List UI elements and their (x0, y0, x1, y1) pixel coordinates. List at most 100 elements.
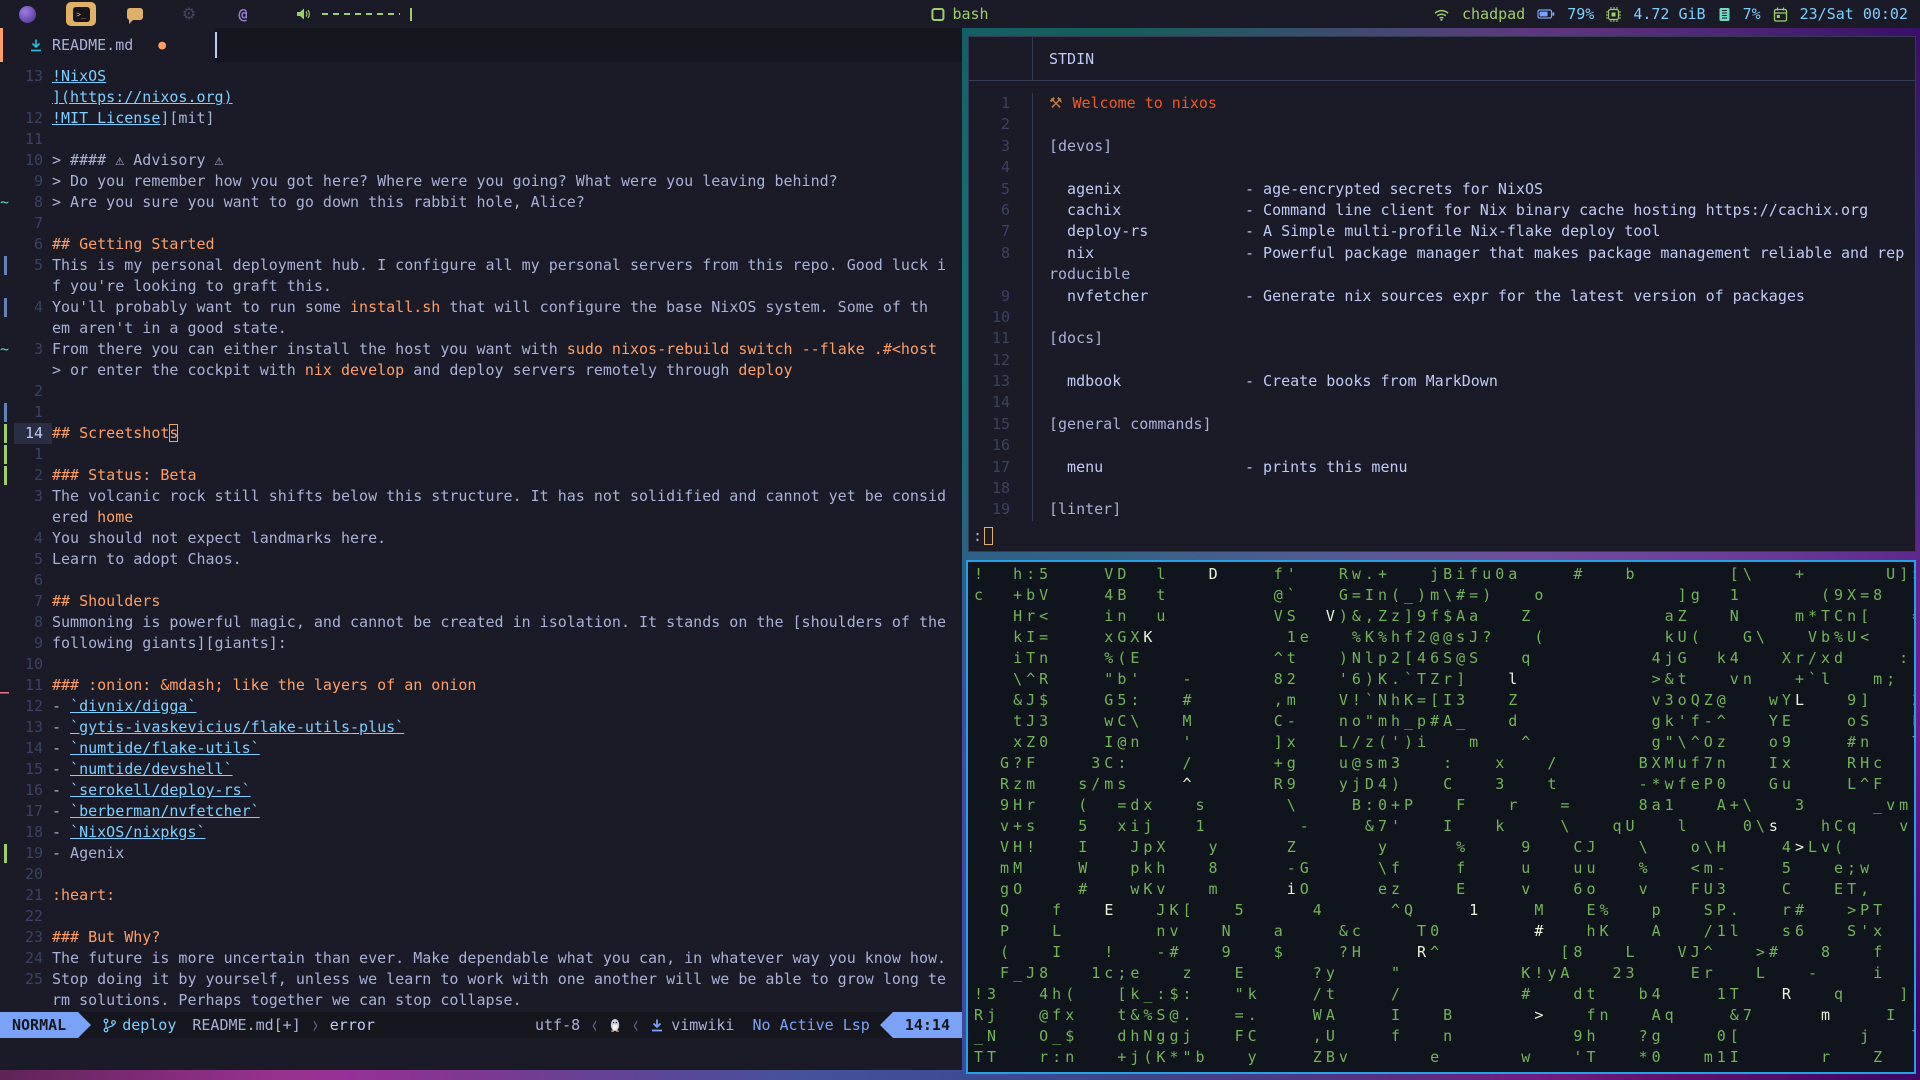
editor-line: ~8 > Are you sure you want to go down thi… (0, 192, 962, 213)
gutter-sign (0, 654, 14, 675)
matrix-glyphs: E (1104, 901, 1118, 919)
window-title: bash (952, 5, 989, 23)
pager-text: [docs] (1033, 328, 1103, 349)
pager-text: [linter] (1033, 499, 1121, 520)
line-number: 12 (24, 109, 43, 127)
md-link[interactable]: `gytis-ivaskevicius/flake-utils-plus` (70, 718, 404, 736)
editor-text: - `divnix/digga` (52, 696, 197, 717)
hammer-icon: ⚒ (1049, 94, 1063, 112)
editor-text: You'll probably want to run some install… (52, 297, 928, 318)
editor-line: 11 (0, 129, 962, 150)
line-number: 18 (24, 823, 43, 841)
pager-gutter-header (969, 37, 1033, 80)
line-number (14, 276, 52, 297)
matrix-row: F_J8 1c;e z E ?y " K!yA 23 Er L - i OH (974, 963, 1914, 984)
text-segment: > Are you sure you want to go down this … (52, 193, 585, 211)
memory-icon (1606, 6, 1622, 22)
matrix-row: &J$ G5: # ,m V!`NhK=[I3 Z v3oQZ@ wYL 9] … (974, 690, 1914, 711)
pager-text: nix - Powerful package manager that makes… (1033, 243, 1904, 264)
pager-text (1033, 114, 1049, 135)
workspace-settings[interactable]: ⚙ (174, 2, 204, 26)
line-number: 24 (24, 949, 43, 967)
clock: 23/Sat 00:02 (1799, 5, 1908, 23)
md-link[interactable]: !NixOS (52, 67, 106, 85)
matrix-glyphs: V (1325, 607, 1339, 625)
tab-readme[interactable]: README.md ● (3, 28, 215, 62)
editor-text: ered home (52, 507, 133, 528)
text-segment: - (52, 760, 71, 778)
pager-prompt[interactable]: : (973, 527, 994, 545)
editor-text: ](https://nixos.org) (52, 87, 233, 108)
gutter-sign (0, 381, 14, 402)
gutter-sign (0, 255, 14, 276)
editor-line: 14 ## Screetshots (0, 423, 962, 444)
matrix-glyphs: l (1508, 670, 1522, 688)
text-segment: Summoning is powerful magic, and cannot … (52, 613, 947, 631)
pager-line-number: 14 (969, 392, 1033, 414)
md-link[interactable]: `numtide/flake-utils` (70, 739, 260, 757)
line-number: 17 (24, 802, 43, 820)
volume-widget[interactable] (296, 7, 412, 21)
matrix-glyphs: s (1768, 817, 1782, 835)
line-number: 8 (33, 613, 43, 631)
markdown-file-icon (31, 39, 41, 52)
md-link[interactable]: !MIT License (52, 109, 160, 127)
line-number: 19 (24, 844, 43, 862)
gutter-sign (0, 570, 14, 591)
branch-icon (103, 1018, 117, 1032)
pager-text: nvfetcher - Generate nix sources expr for… (1033, 286, 1805, 307)
editor-text: > Do you remember how you got here? Wher… (52, 171, 838, 192)
gutter-sign (0, 969, 14, 990)
editor-line: 13 !NixOS (0, 66, 962, 87)
editor-line: 4 You'll probably want to run some instal… (0, 297, 962, 318)
separator-chevron: › (310, 1009, 320, 1041)
workspace-chat[interactable] (120, 2, 150, 26)
separator-chevron: ‹ (590, 1009, 600, 1041)
md-link[interactable]: `NixOS/nixpkgs` (70, 823, 205, 841)
workspace-terminal-active[interactable]: >_ (66, 2, 96, 26)
text-segment: :heart: (52, 886, 116, 904)
line-number: 11 (24, 130, 43, 148)
volume-slider-handle[interactable] (410, 7, 412, 21)
pager-line-number: 8 (969, 242, 1033, 265)
text-segment: ][mit] (160, 109, 215, 127)
command-name: deploy-rs (1049, 222, 1149, 241)
line-number (14, 507, 52, 528)
md-link[interactable]: `divnix/digga` (70, 697, 196, 715)
text-segment: ### Status: Beta (52, 466, 197, 484)
gutter-sign (0, 927, 14, 948)
command-name: menu (1049, 457, 1104, 476)
editor-line: 10 > #### ⚠ Advisory ⚠ (0, 150, 962, 171)
line-number: 1 (33, 403, 43, 421)
editor-line: 8 Summoning is powerful magic, and cannot… (0, 612, 962, 633)
matrix-row: kI= xGXK 1e %K%hf2@@sJ? ( kU( G\ Vb%U< U (974, 627, 1914, 648)
workspace-firefox[interactable] (12, 2, 42, 26)
workspace-mention[interactable]: @ (228, 2, 258, 26)
pager-line-number: 4 (969, 157, 1033, 179)
matrix-window[interactable]: ! h:5 VD l D f' Rw.+ jBifu0a # b [\ + U]… (966, 560, 1916, 1074)
branch-name: deploy (122, 1016, 177, 1034)
line-number: 9 (33, 634, 43, 652)
line-number: 5 (33, 256, 43, 274)
text-segment: ### :onion: &mdash; like the layers of a… (52, 676, 477, 694)
gutter-sign (0, 234, 14, 255)
editor-line: > or enter the cockpit with nix develop … (0, 360, 962, 381)
command-line[interactable] (0, 1038, 962, 1070)
pager-window[interactable]: STDIN 1 ⚒ Welcome to nixos 2 3 [devos] 4 5 agen… (968, 36, 1916, 552)
pager-line-number: 11 (969, 328, 1033, 350)
editor-text: - Agenix (52, 843, 124, 864)
editor-text: ### :onion: &mdash; like the layers of a… (52, 675, 476, 696)
md-link[interactable]: `numtide/devshell` (70, 760, 233, 778)
editor-line: 9 > Do you remember how you got here? Whe… (0, 171, 962, 192)
matrix-glyphs: 9] 2 (1807, 691, 1916, 709)
command-name: nix (1049, 243, 1095, 262)
editor-window[interactable]: README.md ● 13 !NixOS](https://nixos.org)… (0, 28, 962, 1070)
pager-text: [devos] (1033, 136, 1112, 157)
command-name: mdbook (1049, 372, 1122, 391)
volume-slider[interactable] (322, 13, 400, 15)
terminal-cursor (215, 32, 217, 58)
line-number: 9 (33, 172, 43, 190)
md-link[interactable]: `berberman/nvfetcher` (70, 802, 260, 820)
md-link[interactable]: ](https://nixos.org) (52, 88, 233, 106)
md-link[interactable]: `serokell/deploy-rs` (70, 781, 251, 799)
